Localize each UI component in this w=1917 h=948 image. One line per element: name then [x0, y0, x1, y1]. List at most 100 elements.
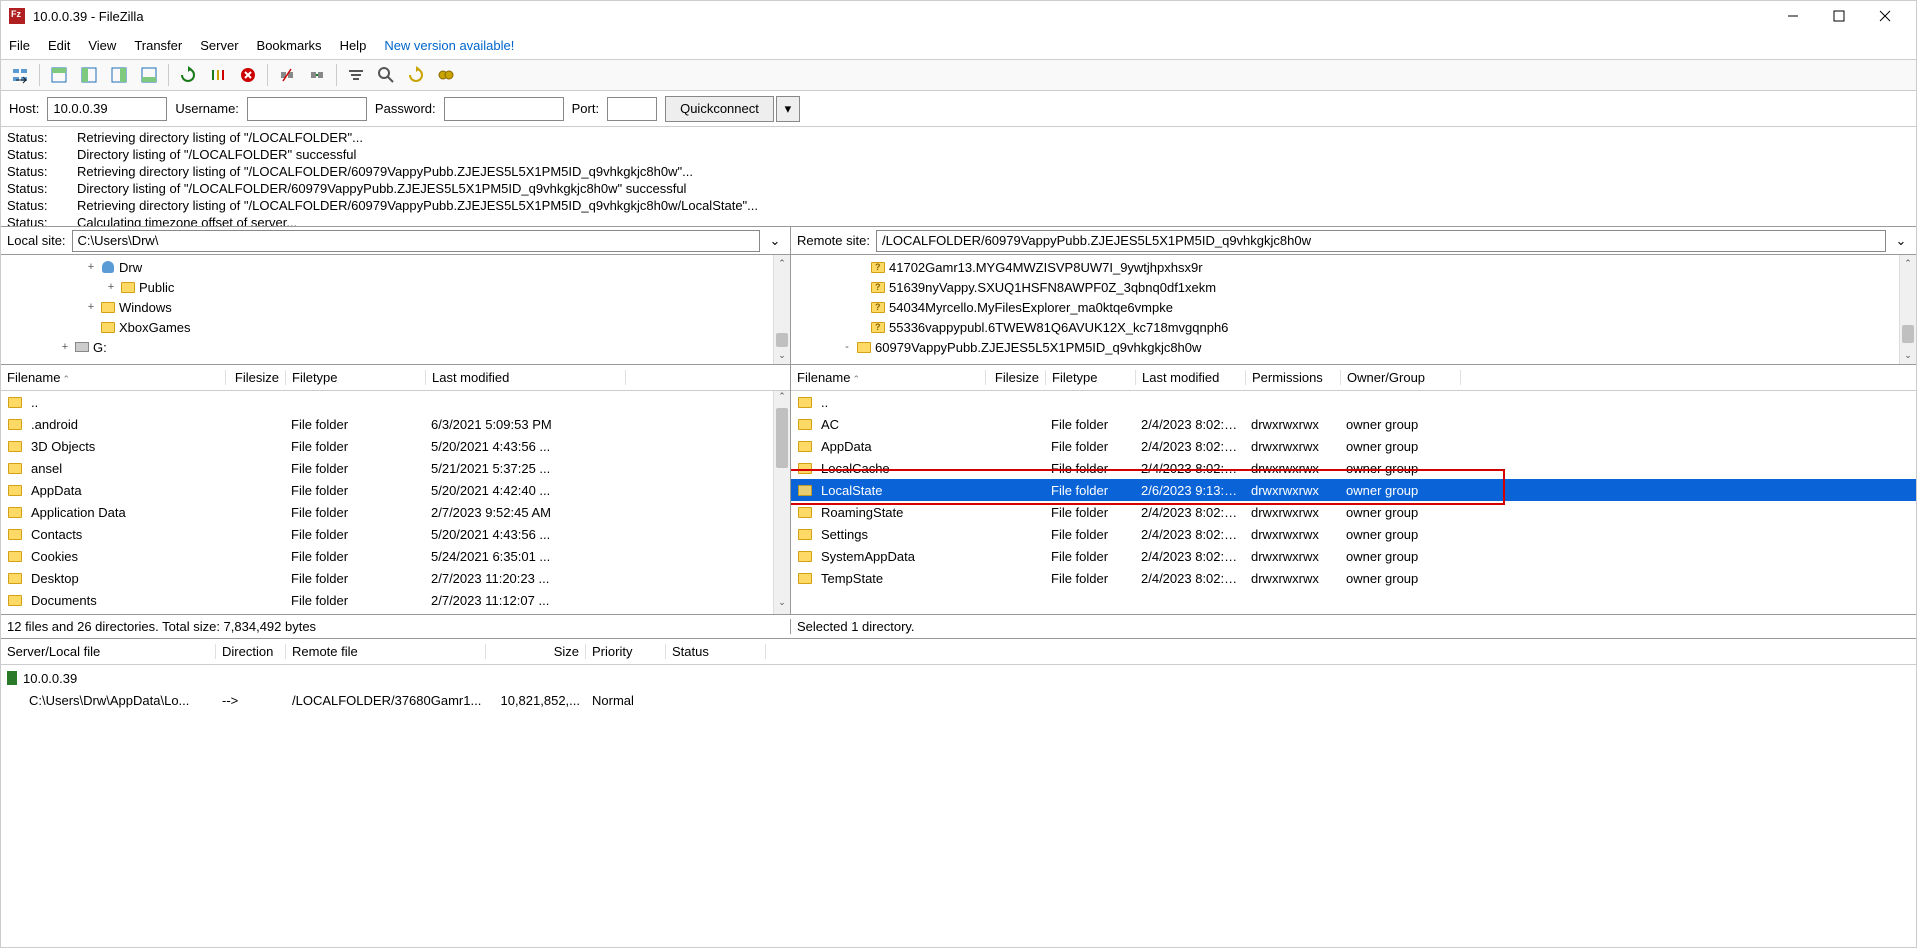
menu-file[interactable]: File [9, 38, 30, 53]
tree-item[interactable]: +Public [5, 277, 786, 297]
tree-item[interactable]: 55336vappypubl.6TWEW81Q6AVUK12X_kc718mvg… [795, 317, 1912, 337]
remote-col-filename[interactable]: Filename⌃ [791, 370, 986, 385]
queue-col-status[interactable]: Status [666, 644, 766, 659]
toggle-local-tree-button[interactable] [76, 62, 102, 88]
list-item[interactable]: CookiesFile folder5/24/2021 6:35:01 ... [1, 545, 790, 567]
filter-button[interactable] [343, 62, 369, 88]
tree-item[interactable]: XboxGames [5, 317, 786, 337]
queue-col-remote[interactable]: Remote file [286, 644, 486, 659]
minimize-button[interactable] [1770, 1, 1816, 31]
tree-item[interactable]: +Drw [5, 257, 786, 277]
folder-icon [5, 595, 25, 606]
list-item[interactable]: AppDataFile folder5/20/2021 4:42:40 ... [1, 479, 790, 501]
list-item[interactable]: ACFile folder2/4/2023 8:02:0...drwxrwxrw… [791, 413, 1916, 435]
list-item[interactable]: .. [1, 391, 790, 413]
menu-view[interactable]: View [88, 38, 116, 53]
remote-file-list[interactable]: Filename⌃ Filesize Filetype Last modifie… [791, 365, 1916, 614]
queue-col-direction[interactable]: Direction [216, 644, 286, 659]
tree-item[interactable]: +G: [5, 337, 786, 357]
toggle-queue-button[interactable] [136, 62, 162, 88]
list-item[interactable]: LocalStateFile folder2/6/2023 9:13:0...d… [791, 479, 1916, 501]
local-site-dropdown[interactable]: ⌄ [766, 233, 784, 249]
search-button[interactable] [373, 62, 399, 88]
remote-site-input[interactable]: /LOCALFOLDER/60979VappyPubb.ZJEJES5L5X1P… [876, 230, 1886, 252]
cancel-button[interactable] [235, 62, 261, 88]
remote-tree-scrollbar[interactable]: ⌃⌄ [1899, 255, 1916, 364]
transfer-queue[interactable]: Server/Local file Direction Remote file … [1, 639, 1916, 947]
folder-icon [795, 397, 815, 408]
local-tree[interactable]: +Drw+Public+WindowsXboxGames+G:⌃⌄ [1, 255, 791, 364]
log-pane[interactable]: Status:Retrieving directory listing of "… [1, 127, 1916, 227]
menu-help[interactable]: Help [340, 38, 367, 53]
find-button[interactable] [433, 62, 459, 88]
site-manager-button[interactable] [7, 62, 33, 88]
queue-col-server[interactable]: Server/Local file [1, 644, 216, 659]
log-line: Status:Retrieving directory listing of "… [7, 197, 1910, 214]
process-queue-button[interactable] [205, 62, 231, 88]
list-item[interactable]: AppDataFile folder2/4/2023 8:02:0...drwx… [791, 435, 1916, 457]
remote-col-modified[interactable]: Last modified [1136, 370, 1246, 385]
local-tree-scrollbar[interactable]: ⌃⌄ [773, 255, 790, 364]
list-item[interactable]: anselFile folder5/21/2021 5:37:25 ... [1, 457, 790, 479]
quickconnect-button[interactable]: Quickconnect [665, 96, 774, 122]
list-item[interactable]: TempStateFile folder2/4/2023 8:02:0...dr… [791, 567, 1916, 589]
menu-server[interactable]: Server [200, 38, 238, 53]
reconnect-button[interactable] [304, 62, 330, 88]
local-list-scrollbar[interactable]: ⌃⌄ [773, 391, 790, 614]
refresh-button[interactable] [175, 62, 201, 88]
local-col-filesize[interactable]: Filesize [226, 370, 286, 385]
menu-edit[interactable]: Edit [48, 38, 70, 53]
compare-button[interactable] [403, 62, 429, 88]
list-item[interactable]: ContactsFile folder5/20/2021 4:43:56 ... [1, 523, 790, 545]
host-label: Host: [9, 101, 39, 116]
list-item[interactable]: SystemAppDataFile folder2/4/2023 8:02:0.… [791, 545, 1916, 567]
list-item[interactable]: RoamingStateFile folder2/4/2023 8:02:0..… [791, 501, 1916, 523]
list-item[interactable]: DocumentsFile folder2/7/2023 11:12:07 ..… [1, 589, 790, 611]
tree-item[interactable]: -60979VappyPubb.ZJEJES5L5X1PM5ID_q9vhkgk… [795, 337, 1912, 357]
host-input[interactable] [47, 97, 167, 121]
folderq-icon [870, 279, 886, 295]
queue-server-row[interactable]: 10.0.0.39 [1, 667, 1916, 689]
folder-icon [5, 507, 25, 518]
remote-site-dropdown[interactable]: ⌄ [1892, 233, 1910, 249]
queue-item-row[interactable]: C:\Users\Drw\AppData\Lo... --> /LOCALFOL… [1, 689, 1916, 711]
folder-icon [5, 441, 25, 452]
toggle-remote-tree-button[interactable] [106, 62, 132, 88]
tree-item[interactable]: +Windows [5, 297, 786, 317]
list-item[interactable]: Application DataFile folder2/7/2023 9:52… [1, 501, 790, 523]
remote-tree[interactable]: 41702Gamr13.MYG4MWZISVP8UW7I_9ywtjhpxhsx… [791, 255, 1916, 364]
local-col-modified[interactable]: Last modified [426, 370, 626, 385]
username-input[interactable] [247, 97, 367, 121]
remote-col-filetype[interactable]: Filetype [1046, 370, 1136, 385]
tree-item[interactable]: 54034Myrcello.MyFilesExplorer_ma0ktqe6vm… [795, 297, 1912, 317]
remote-col-filesize[interactable]: Filesize [986, 370, 1046, 385]
list-item[interactable]: .. [791, 391, 1916, 413]
local-site-input[interactable]: C:\Users\Drw\ [72, 230, 760, 252]
queue-col-size[interactable]: Size [486, 644, 586, 659]
tree-item[interactable]: 41702Gamr13.MYG4MWZISVP8UW7I_9ywtjhpxhsx… [795, 257, 1912, 277]
tree-item[interactable]: 51639nyVappy.SXUQ1HSFN8AWPF0Z_3qbnq0df1x… [795, 277, 1912, 297]
menu-bookmarks[interactable]: Bookmarks [257, 38, 322, 53]
list-item[interactable]: SettingsFile folder2/4/2023 8:02:0...drw… [791, 523, 1916, 545]
menu-transfer[interactable]: Transfer [134, 38, 182, 53]
list-item[interactable]: 3D ObjectsFile folder5/20/2021 4:43:56 .… [1, 435, 790, 457]
list-item[interactable]: .androidFile folder6/3/2021 5:09:53 PM [1, 413, 790, 435]
maximize-button[interactable] [1816, 1, 1862, 31]
quickconnect-dropdown[interactable]: ▾ [776, 96, 800, 122]
new-version-link[interactable]: New version available! [384, 38, 514, 53]
folder-icon [100, 319, 116, 335]
list-item[interactable]: LocalCacheFile folder2/4/2023 8:02:0...d… [791, 457, 1916, 479]
port-input[interactable] [607, 97, 657, 121]
remote-col-permissions[interactable]: Permissions [1246, 370, 1341, 385]
local-col-filetype[interactable]: Filetype [286, 370, 426, 385]
toggle-log-button[interactable] [46, 62, 72, 88]
remote-col-owner[interactable]: Owner/Group [1341, 370, 1461, 385]
titlebar: 10.0.0.39 - FileZilla [1, 1, 1916, 31]
list-item[interactable]: DesktopFile folder2/7/2023 11:20:23 ... [1, 567, 790, 589]
password-input[interactable] [444, 97, 564, 121]
disconnect-button[interactable] [274, 62, 300, 88]
local-col-filename[interactable]: Filename⌃ [1, 370, 226, 385]
local-file-list[interactable]: Filename⌃ Filesize Filetype Last modifie… [1, 365, 791, 614]
queue-col-priority[interactable]: Priority [586, 644, 666, 659]
close-button[interactable] [1862, 1, 1908, 31]
